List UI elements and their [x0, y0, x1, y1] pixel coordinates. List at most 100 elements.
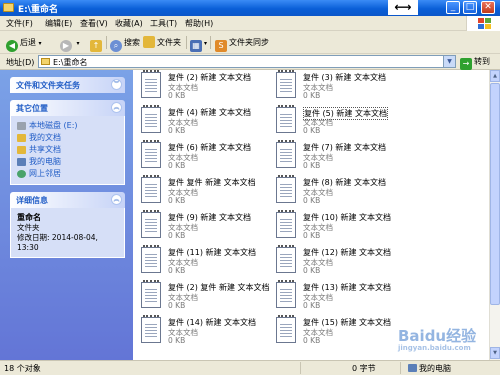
tasks-panel-header[interactable]: 文件和文件夹任务 ︾ [10, 77, 125, 93]
text-document-icon [276, 105, 296, 133]
text-document-icon [276, 245, 296, 273]
place-shared-documents[interactable]: 共享文档 [17, 144, 118, 156]
details-body: 重命名 文件夹 修改日期: 2014-08-04, 13:30 [10, 208, 125, 258]
shared-folder-icon [17, 146, 26, 154]
network-icon [17, 170, 26, 178]
up-folder-icon: ↑ [90, 40, 102, 52]
scroll-thumb[interactable] [490, 83, 500, 305]
sync-icon: S [215, 40, 227, 52]
file-item[interactable]: 复件 (9) 新建 文本文档 文本文档 0 KB [141, 210, 271, 244]
details-panel: 详细信息 ︽ 重命名 文件夹 修改日期: 2014-08-04, 13:30 [10, 192, 125, 258]
file-item[interactable]: 复件 (4) 新建 文本文档 文本文档 0 KB [141, 105, 271, 139]
address-dropdown-button[interactable]: ▼ [443, 56, 455, 67]
maximize-button[interactable]: □ [463, 1, 477, 14]
text-document-icon [141, 105, 161, 133]
file-item[interactable]: 复件 复件 新建 文本文档 文本文档 0 KB [141, 175, 271, 209]
text-document-icon [276, 70, 296, 98]
computer-icon [408, 364, 417, 372]
address-input[interactable]: E:\重命名 ▼ [38, 55, 456, 68]
folder-sync-button[interactable]: S 文件夹同步 [215, 35, 269, 52]
drive-icon [17, 122, 26, 130]
scroll-up-button[interactable]: ▲ [490, 70, 500, 82]
place-network[interactable]: 网上邻居 [17, 168, 118, 180]
file-item[interactable]: 复件 (6) 新建 文本文档 文本文档 0 KB [141, 140, 271, 174]
place-local-disk[interactable]: 本地磁盘 (E:) [17, 120, 118, 132]
computer-icon [17, 158, 26, 166]
toolbar-separator [210, 36, 211, 49]
expand-chevron-icon[interactable]: ︾ [111, 79, 122, 90]
file-item-selected[interactable]: 复件 (5) 新建 文本文档 文本文档 0 KB [276, 105, 406, 139]
file-item[interactable]: 复件 (10) 新建 文本文档 文本文档 0 KB [276, 210, 406, 244]
menu-tools[interactable]: 工具(T) [150, 18, 177, 29]
places-list: 本地磁盘 (E:) 我的文档 共享文档 我的电脑 网上邻居 [10, 116, 125, 185]
file-item[interactable]: 复件 (2) 复件 新建 文本文档 文本文档 0 KB [141, 280, 271, 314]
folders-icon [143, 36, 155, 48]
file-item[interactable]: 复件 (15) 新建 文本文档 文本文档 0 KB [276, 315, 406, 349]
resize-cursor-icon: ⟷ [388, 0, 418, 15]
text-document-icon [141, 315, 161, 343]
file-list: 复件 (2) 新建 文本文档 文本文档 0 KB 复件 (3) 新建 文本文档 文本文… [133, 70, 489, 360]
file-item[interactable]: 复件 (8) 新建 文本文档 文本文档 0 KB [276, 175, 406, 209]
file-item[interactable]: 复件 (2) 新建 文本文档 文本文档 0 KB [141, 70, 271, 104]
menu-favorites[interactable]: 收藏(A) [115, 18, 143, 29]
task-pane: 文件和文件夹任务 ︾ 其它位置 ︽ 本地磁盘 (E:) 我的文档 共享文档 我的… [0, 70, 133, 360]
tasks-panel: 文件和文件夹任务 ︾ [10, 77, 125, 93]
details-panel-header[interactable]: 详细信息 ︽ [10, 192, 125, 208]
status-object-count: 18 个对象 [4, 364, 41, 373]
file-item[interactable]: 复件 (7) 新建 文本文档 文本文档 0 KB [276, 140, 406, 174]
file-item[interactable]: 复件 (11) 新建 文本文档 文本文档 0 KB [141, 245, 271, 279]
menu-file[interactable]: 文件(F) [6, 18, 33, 29]
baidu-watermark: Baidu经验 jingyan.baidu.com [398, 327, 477, 352]
search-icon: ⌕ [110, 40, 122, 52]
up-button[interactable]: ↑ [90, 35, 104, 52]
back-button[interactable]: ◀ 后退 ▾ [6, 35, 42, 52]
close-button[interactable]: ✕ [481, 1, 495, 14]
search-button[interactable]: ⌕ 搜索 [110, 35, 140, 52]
details-name: 重命名 [17, 213, 41, 222]
text-document-icon [276, 280, 296, 308]
status-location: 我的电脑 [408, 363, 451, 374]
places-panel-header[interactable]: 其它位置 ︽ [10, 100, 125, 116]
window-title: E:\重命名 [18, 5, 59, 15]
collapse-chevron-icon[interactable]: ︽ [111, 194, 122, 205]
menu-help[interactable]: 帮助(H) [185, 18, 213, 29]
documents-folder-icon [17, 134, 26, 142]
place-my-computer[interactable]: 我的电脑 [17, 156, 118, 168]
title-bar: E:\重命名 ⟷ _ □ ✕ [0, 0, 500, 16]
forward-arrow-icon: ▶ [60, 40, 72, 52]
text-document-icon [141, 140, 161, 168]
windows-logo-icon [466, 16, 500, 31]
forward-button[interactable]: ▶ ▾ [60, 35, 80, 52]
views-button[interactable]: ▦ ▾ [190, 35, 207, 52]
details-type: 文件夹 [17, 223, 40, 232]
address-label: 地址(D) [6, 58, 35, 67]
collapse-chevron-icon[interactable]: ︽ [111, 102, 122, 113]
status-size: 0 字节 [352, 364, 376, 373]
folder-icon [41, 58, 50, 65]
menu-bar: 文件(F) 编辑(E) 查看(V) 收藏(A) 工具(T) 帮助(H) [0, 16, 500, 31]
status-divider [300, 362, 301, 374]
file-item[interactable]: 复件 (3) 新建 文本文档 文本文档 0 KB [276, 70, 406, 104]
text-document-icon [276, 175, 296, 203]
vertical-scrollbar[interactable]: ▲ ▼ [489, 70, 500, 360]
text-document-icon [141, 175, 161, 203]
file-item[interactable]: 复件 (14) 新建 文本文档 文本文档 0 KB [141, 315, 271, 349]
places-panel: 其它位置 ︽ 本地磁盘 (E:) 我的文档 共享文档 我的电脑 网上邻居 [10, 100, 125, 185]
go-button[interactable]: → 转到 [460, 55, 490, 70]
toolbar: ◀ 后退 ▾ ▶ ▾ ↑ ⌕ 搜索 文件夹 ▦ ▾ S 文件夹同步 [0, 31, 500, 54]
menu-edit[interactable]: 编辑(E) [45, 18, 72, 29]
minimize-button[interactable]: _ [446, 1, 460, 14]
folder-icon [3, 3, 14, 12]
menu-view[interactable]: 查看(V) [80, 18, 108, 29]
toolbar-separator [186, 36, 187, 49]
views-icon: ▦ [190, 40, 202, 52]
text-document-icon [141, 210, 161, 238]
file-item[interactable]: 复件 (13) 新建 文本文档 文本文档 0 KB [276, 280, 406, 314]
place-my-documents[interactable]: 我的文档 [17, 132, 118, 144]
text-document-icon [141, 280, 161, 308]
text-document-icon [276, 210, 296, 238]
back-arrow-icon: ◀ [6, 40, 18, 52]
status-bar: 18 个对象 0 字节 我的电脑 [0, 360, 500, 375]
folders-button[interactable]: 文件夹 [143, 35, 181, 50]
file-item[interactable]: 复件 (12) 新建 文本文档 文本文档 0 KB [276, 245, 406, 279]
